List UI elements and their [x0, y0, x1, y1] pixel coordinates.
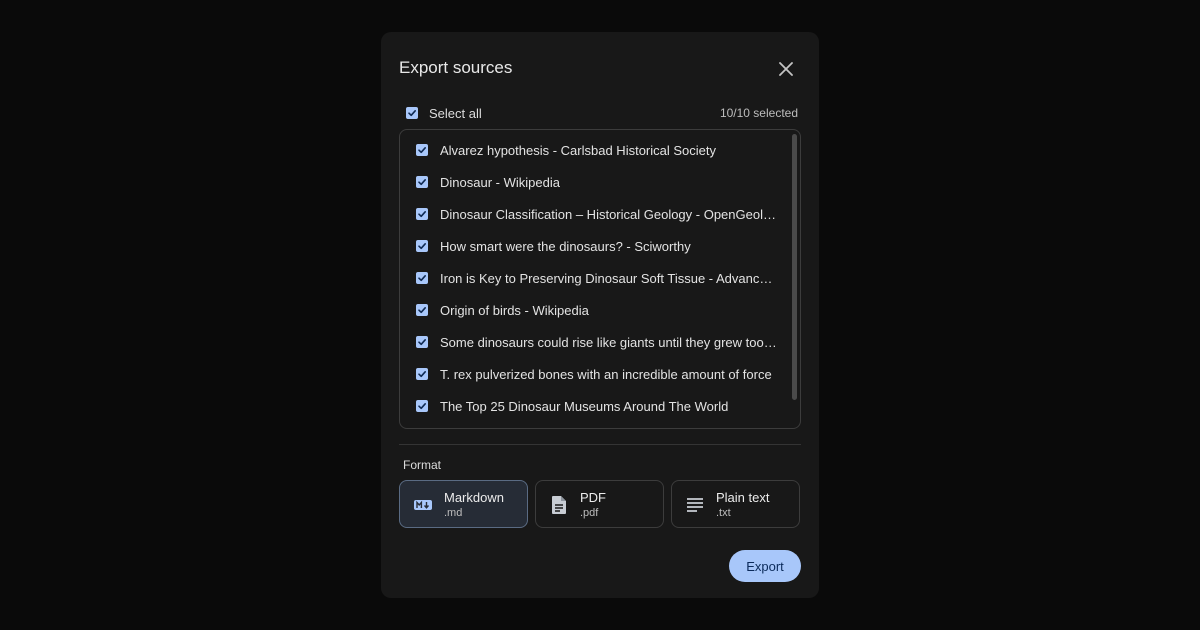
check-icon: [418, 147, 426, 154]
check-icon: [418, 243, 426, 250]
source-label: Dinosaur Classification – Historical Geo…: [440, 206, 777, 222]
export-dialog: Export sources Select all 10/10 selected…: [381, 32, 819, 598]
source-checkbox[interactable]: [416, 208, 428, 220]
list-item[interactable]: Iron is Key to Preserving Dinosaur Soft …: [416, 268, 778, 288]
source-label: The Top 25 Dinosaur Museums Around The W…: [440, 398, 729, 414]
source-checkbox[interactable]: [416, 336, 428, 348]
select-all-checkbox[interactable]: [406, 107, 418, 119]
divider: [399, 444, 801, 445]
source-label: Iron is Key to Preserving Dinosaur Soft …: [440, 270, 777, 286]
export-button[interactable]: Export: [729, 550, 801, 582]
source-checkbox[interactable]: [416, 272, 428, 284]
source-checkbox[interactable]: [416, 144, 428, 156]
format-name: Markdown: [444, 490, 504, 505]
list-item[interactable]: Origin of birds - Wikipedia: [416, 300, 778, 320]
source-label: Origin of birds - Wikipedia: [440, 302, 589, 318]
check-icon: [418, 371, 426, 378]
check-icon: [418, 275, 426, 282]
source-checkbox[interactable]: [416, 304, 428, 316]
source-checkbox[interactable]: [416, 176, 428, 188]
format-option-markdown[interactable]: Markdown .md: [399, 480, 528, 528]
source-label: Some dinosaurs could rise like giants un…: [440, 334, 777, 350]
dialog-title: Export sources: [399, 58, 513, 77]
close-icon: [779, 62, 793, 76]
source-label: Dinosaur - Wikipedia: [440, 174, 560, 190]
format-ext: .md: [444, 507, 463, 519]
source-label: T. rex pulverized bones with an incredib…: [440, 366, 772, 382]
format-option-plain-text[interactable]: Plain text .txt: [671, 480, 800, 528]
list-item[interactable]: T. rex pulverized bones with an incredib…: [416, 364, 778, 384]
sources-list[interactable]: Alvarez hypothesis - Carlsbad Historical…: [399, 129, 801, 429]
list-item[interactable]: The Top 25 Dinosaur Museums Around The W…: [416, 396, 778, 416]
list-item[interactable]: Some dinosaurs could rise like giants un…: [416, 332, 778, 352]
select-all-row: Select all 10/10 selected: [406, 104, 798, 122]
format-ext: .pdf: [580, 507, 599, 519]
format-label: Format: [403, 458, 442, 472]
source-checkbox[interactable]: [416, 240, 428, 252]
close-button[interactable]: [773, 56, 799, 82]
check-icon: [418, 339, 426, 346]
markdown-icon: [412, 494, 434, 516]
source-checkbox[interactable]: [416, 368, 428, 380]
format-ext: .txt: [716, 507, 731, 519]
select-all-label: Select all: [429, 105, 482, 121]
check-icon: [418, 179, 426, 186]
list-scrollbar[interactable]: [792, 134, 797, 400]
list-item[interactable]: How smart were the dinosaurs? - Sciworth…: [416, 236, 778, 256]
check-icon: [418, 307, 426, 314]
check-icon: [418, 211, 426, 218]
list-item[interactable]: Alvarez hypothesis - Carlsbad Historical…: [416, 140, 778, 160]
format-option-pdf[interactable]: PDF .pdf: [535, 480, 664, 528]
source-checkbox[interactable]: [416, 400, 428, 412]
list-item[interactable]: Dinosaur - Wikipedia: [416, 172, 778, 192]
selected-count: 10/10 selected: [719, 106, 798, 120]
document-icon: [548, 494, 570, 516]
format-name: PDF: [580, 490, 606, 505]
list-item[interactable]: Dinosaur Classification – Historical Geo…: [416, 204, 778, 224]
check-icon: [418, 403, 426, 410]
source-label: How smart were the dinosaurs? - Sciworth…: [440, 238, 691, 254]
source-label: Alvarez hypothesis - Carlsbad Historical…: [440, 142, 716, 158]
check-icon: [408, 110, 416, 117]
text-lines-icon: [684, 494, 706, 516]
format-name: Plain text: [716, 490, 770, 505]
